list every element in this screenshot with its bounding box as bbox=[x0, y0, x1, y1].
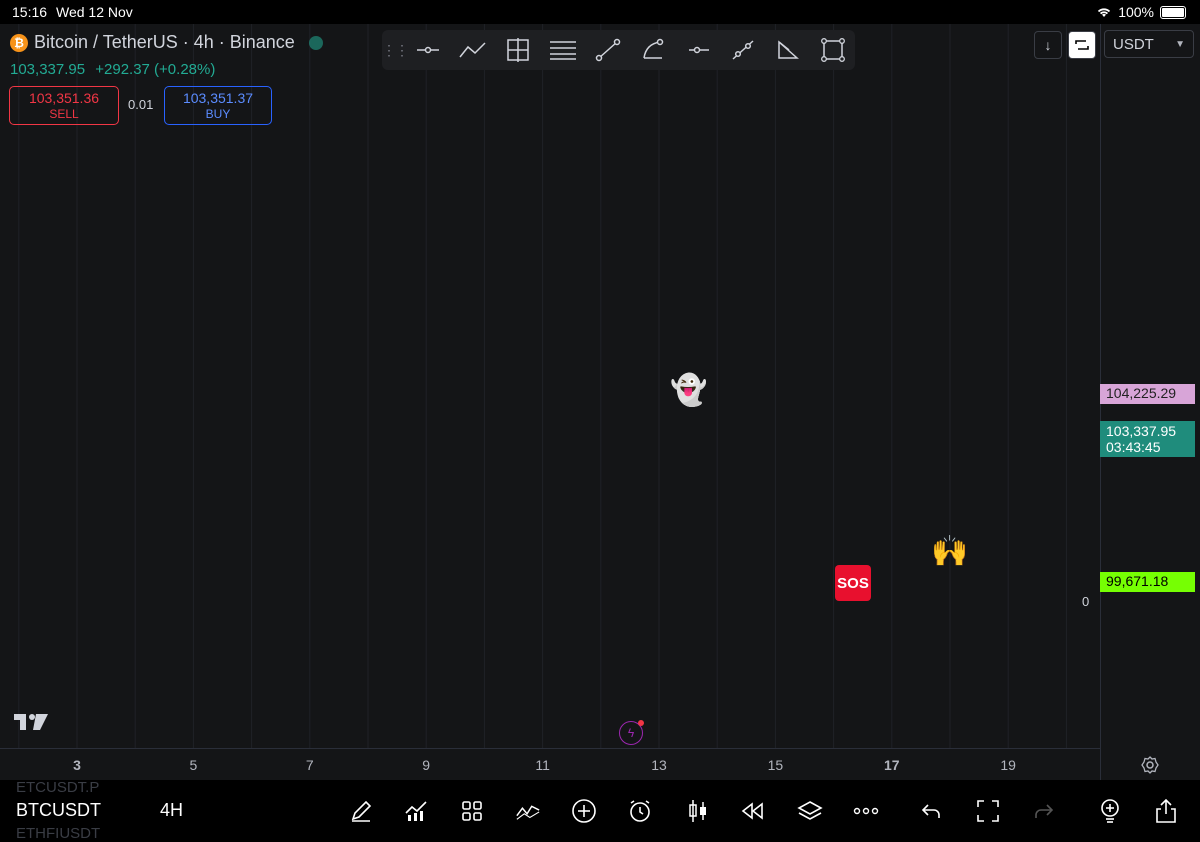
redo-icon[interactable] bbox=[1031, 798, 1057, 824]
candle-countdown: 03:43:45 bbox=[1106, 439, 1161, 455]
time-tick-label: 13 bbox=[651, 757, 667, 773]
sos-badge: SOS bbox=[835, 565, 871, 601]
status-bar: 15:16 Wed 12 Nov 100% bbox=[0, 0, 1200, 24]
bottom-toolbar: ETCUSDT.P BTCUSDT ETHFIUSDT 4H bbox=[0, 779, 1200, 842]
ideas-lightbulb-icon[interactable] bbox=[1097, 798, 1123, 824]
drawing-toolbar[interactable]: ⋮⋮ bbox=[382, 30, 855, 70]
lightning-alert-icon[interactable]: ϟ bbox=[619, 720, 644, 745]
spread-value: 0.01 bbox=[128, 97, 154, 112]
drag-handle-icon[interactable]: ⋮⋮ bbox=[382, 42, 409, 59]
candles-type-icon[interactable] bbox=[685, 798, 711, 824]
currency-select[interactable]: USDT ▼ bbox=[1104, 30, 1194, 58]
last-price: 103,337.95 bbox=[10, 61, 86, 78]
share-upload-icon[interactable] bbox=[1153, 798, 1179, 824]
price-summary: 103,337.95 +292.37 (+0.28%) bbox=[10, 61, 221, 78]
more-options-icon[interactable] bbox=[853, 798, 879, 824]
time-tick-label: 11 bbox=[535, 757, 550, 773]
buy-label: BUY bbox=[205, 107, 231, 121]
bitcoin-logo-icon: ₿ bbox=[10, 33, 28, 52]
sell-label: SELL bbox=[49, 107, 79, 121]
download-arrow-icon[interactable]: ↓ bbox=[1034, 31, 1062, 59]
ghost-emoji-icon: 👻 bbox=[670, 374, 708, 407]
market-open-indicator-icon bbox=[308, 35, 323, 50]
fullscreen-icon[interactable] bbox=[975, 798, 1001, 824]
parallel-channel-tool-icon[interactable] bbox=[720, 30, 765, 70]
symbol-selector[interactable]: BTCUSDT bbox=[16, 800, 101, 821]
arc-tool-icon[interactable] bbox=[631, 30, 676, 70]
status-date: Wed 12 Nov bbox=[56, 4, 133, 20]
raising-hands-emoji-icon: 🙌 bbox=[931, 535, 969, 568]
candlestick-chart[interactable] bbox=[0, 24, 1100, 780]
time-tick-label: 5 bbox=[189, 757, 198, 773]
horizontal-ray-tool-icon[interactable] bbox=[675, 30, 720, 70]
buy-price: 103,351.37 bbox=[182, 90, 254, 106]
trend-line-tool-icon[interactable] bbox=[586, 30, 631, 70]
chart-pane[interactable] bbox=[0, 24, 1100, 780]
indicators-chart-icon[interactable] bbox=[403, 798, 429, 824]
currency-value: USDT bbox=[1113, 35, 1154, 53]
watchlist-prev-symbol[interactable]: ETCUSDT.P bbox=[16, 779, 99, 796]
price-change: +292.37 (+0.28%) bbox=[95, 61, 216, 78]
battery-icon bbox=[1160, 5, 1186, 19]
support-price-tag: 99,671.18 bbox=[1100, 572, 1195, 592]
sync-toggle-icon[interactable] bbox=[1068, 31, 1096, 59]
add-circle-icon[interactable] bbox=[571, 798, 597, 824]
symbol-title[interactable]: Bitcoin / TetherUS · 4h · Binance bbox=[34, 32, 295, 53]
time-tick-label: 3 bbox=[73, 757, 81, 773]
level-price-tag: 104,225.29 bbox=[1100, 384, 1195, 404]
time-tick-label: 17 bbox=[884, 757, 900, 773]
current-price-value: 103,337.95 bbox=[1106, 423, 1177, 439]
status-time: 15:16 bbox=[12, 4, 48, 20]
layouts-grid-icon[interactable] bbox=[459, 798, 485, 824]
timeframe-selector[interactable]: 4H bbox=[160, 800, 183, 821]
path-tool-icon[interactable] bbox=[451, 30, 496, 70]
rectangle-tool-icon[interactable] bbox=[810, 30, 855, 70]
wifi-icon bbox=[1098, 8, 1111, 17]
layers-icon[interactable] bbox=[797, 798, 823, 824]
time-tick-label: 19 bbox=[1000, 757, 1016, 773]
horizontal-line-tool-icon[interactable] bbox=[406, 30, 451, 70]
current-price-tag: 103,337.95 03:43:45 bbox=[1100, 421, 1195, 457]
triangle-pattern-tool-icon[interactable] bbox=[765, 30, 810, 70]
fib-retracement-tool-icon[interactable] bbox=[541, 30, 586, 70]
time-tick-label: 7 bbox=[305, 757, 314, 773]
strategy-wave-icon[interactable] bbox=[515, 798, 541, 824]
watchlist-next-symbol[interactable]: ETHFIUSDT bbox=[16, 825, 100, 842]
chevron-down-icon: ▼ bbox=[1175, 38, 1185, 50]
settings-gear-icon[interactable] bbox=[1140, 755, 1160, 775]
drawing-pen-icon[interactable] bbox=[348, 798, 374, 824]
sell-button[interactable]: 103,351.36 SELL bbox=[9, 86, 119, 125]
battery-percent: 100% bbox=[1118, 4, 1154, 20]
tradingview-logo-icon bbox=[14, 714, 48, 730]
time-tick-label: 9 bbox=[422, 757, 431, 773]
long-position-tool-icon[interactable] bbox=[496, 30, 541, 70]
sell-price: 103,351.36 bbox=[28, 90, 100, 106]
status-battery: 100% bbox=[1096, 4, 1186, 20]
zone-zero-label: 0 bbox=[1082, 594, 1090, 609]
symbol-legend[interactable]: ₿ Bitcoin / TetherUS · 4h · Binance bbox=[10, 32, 323, 53]
alarm-clock-icon[interactable] bbox=[627, 798, 653, 824]
chart-top-buttons: ↓ bbox=[1034, 31, 1096, 59]
replay-rewind-icon[interactable] bbox=[740, 798, 766, 824]
undo-icon[interactable] bbox=[918, 798, 944, 824]
time-tick-label: 15 bbox=[767, 757, 784, 773]
buy-button[interactable]: 103,351.37 BUY bbox=[164, 86, 272, 125]
